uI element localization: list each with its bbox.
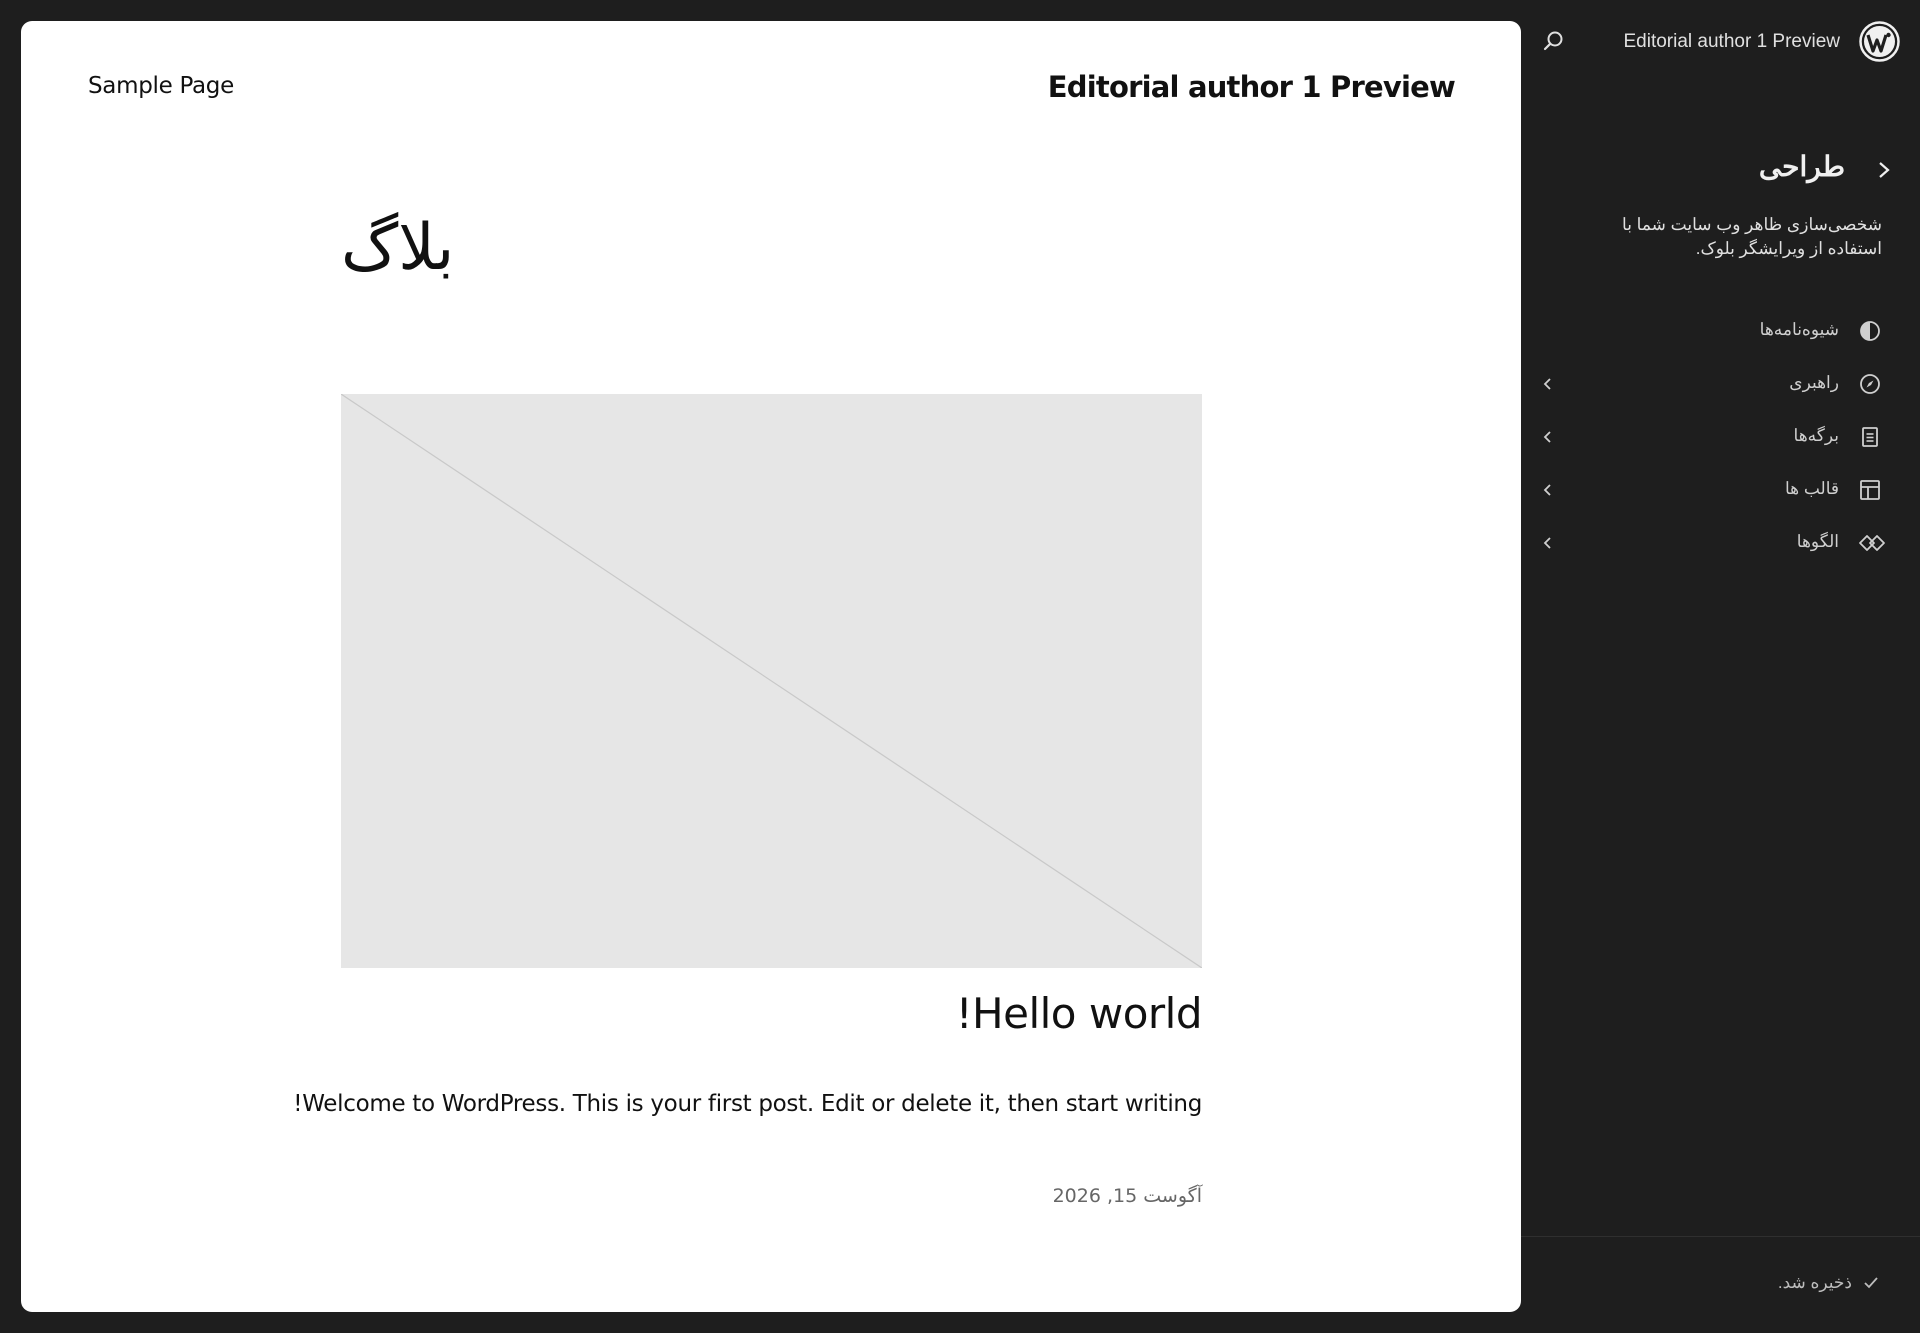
sidebar-item-label: راهبری xyxy=(1789,373,1839,392)
sidebar-item-styles[interactable]: شیوه‌نامه‌ها xyxy=(1542,308,1882,354)
chevron-left-icon xyxy=(1542,535,1554,551)
placeholder-diagonal xyxy=(341,394,1202,968)
site-preview-canvas[interactable]: Sample Page Editorial author 1 Preview ب… xyxy=(21,21,1521,1312)
back-chevron-icon[interactable] xyxy=(1874,157,1894,183)
styles-icon xyxy=(1858,319,1882,343)
symbol-icon xyxy=(1858,531,1885,555)
sidebar-item-navigation[interactable]: راهبری xyxy=(1542,361,1882,407)
post-title[interactable]: Hello world! xyxy=(956,989,1203,1038)
sidebar-item-patterns[interactable]: الگوها xyxy=(1542,520,1885,566)
chevron-left-icon xyxy=(1542,429,1554,445)
sidebar-item-pages[interactable]: برگه‌ها xyxy=(1542,414,1882,460)
save-status-text: ذخیره شد. xyxy=(1777,1273,1852,1292)
sidebar-item-label: برگه‌ها xyxy=(1793,426,1839,445)
sidebar-item-label: شیوه‌نامه‌ها xyxy=(1759,320,1839,339)
section-description: شخصی‌سازی ظاهر وب سایت شما با استفاده از… xyxy=(1622,215,1882,258)
page-title: بلاگ xyxy=(341,211,455,285)
checkmark-icon xyxy=(1862,1273,1880,1293)
save-status: ذخیره شد. xyxy=(1778,1273,1880,1293)
sidebar-item-label: الگوها xyxy=(1796,532,1839,551)
featured-image-placeholder xyxy=(341,394,1202,968)
site-editor-sidebar: Editorial author 1 Preview طراحی شخصی‌سا… xyxy=(1521,0,1920,1333)
footer-divider xyxy=(1521,1236,1920,1237)
site-title[interactable]: Editorial author 1 Preview xyxy=(1048,70,1456,104)
navigation-icon xyxy=(1858,372,1882,396)
sidebar-item-templates[interactable]: قالب ها xyxy=(1542,467,1882,513)
post-date: آگوست 15, 2026 xyxy=(1052,1185,1202,1207)
chevron-left-icon xyxy=(1542,376,1554,392)
post-excerpt: Welcome to WordPress. This is your first… xyxy=(293,1091,1202,1117)
sidebar-item-label: قالب ها xyxy=(1784,479,1839,498)
chevron-left-icon xyxy=(1542,482,1554,498)
page-icon xyxy=(1858,425,1882,449)
nav-link-sample-page[interactable]: Sample Page xyxy=(88,73,234,99)
section-title: طراحی xyxy=(1758,151,1845,182)
search-icon[interactable] xyxy=(1541,28,1567,54)
site-name[interactable]: Editorial author 1 Preview xyxy=(1624,31,1841,53)
wordpress-logo-icon[interactable] xyxy=(1859,21,1900,62)
layout-icon xyxy=(1858,478,1882,502)
